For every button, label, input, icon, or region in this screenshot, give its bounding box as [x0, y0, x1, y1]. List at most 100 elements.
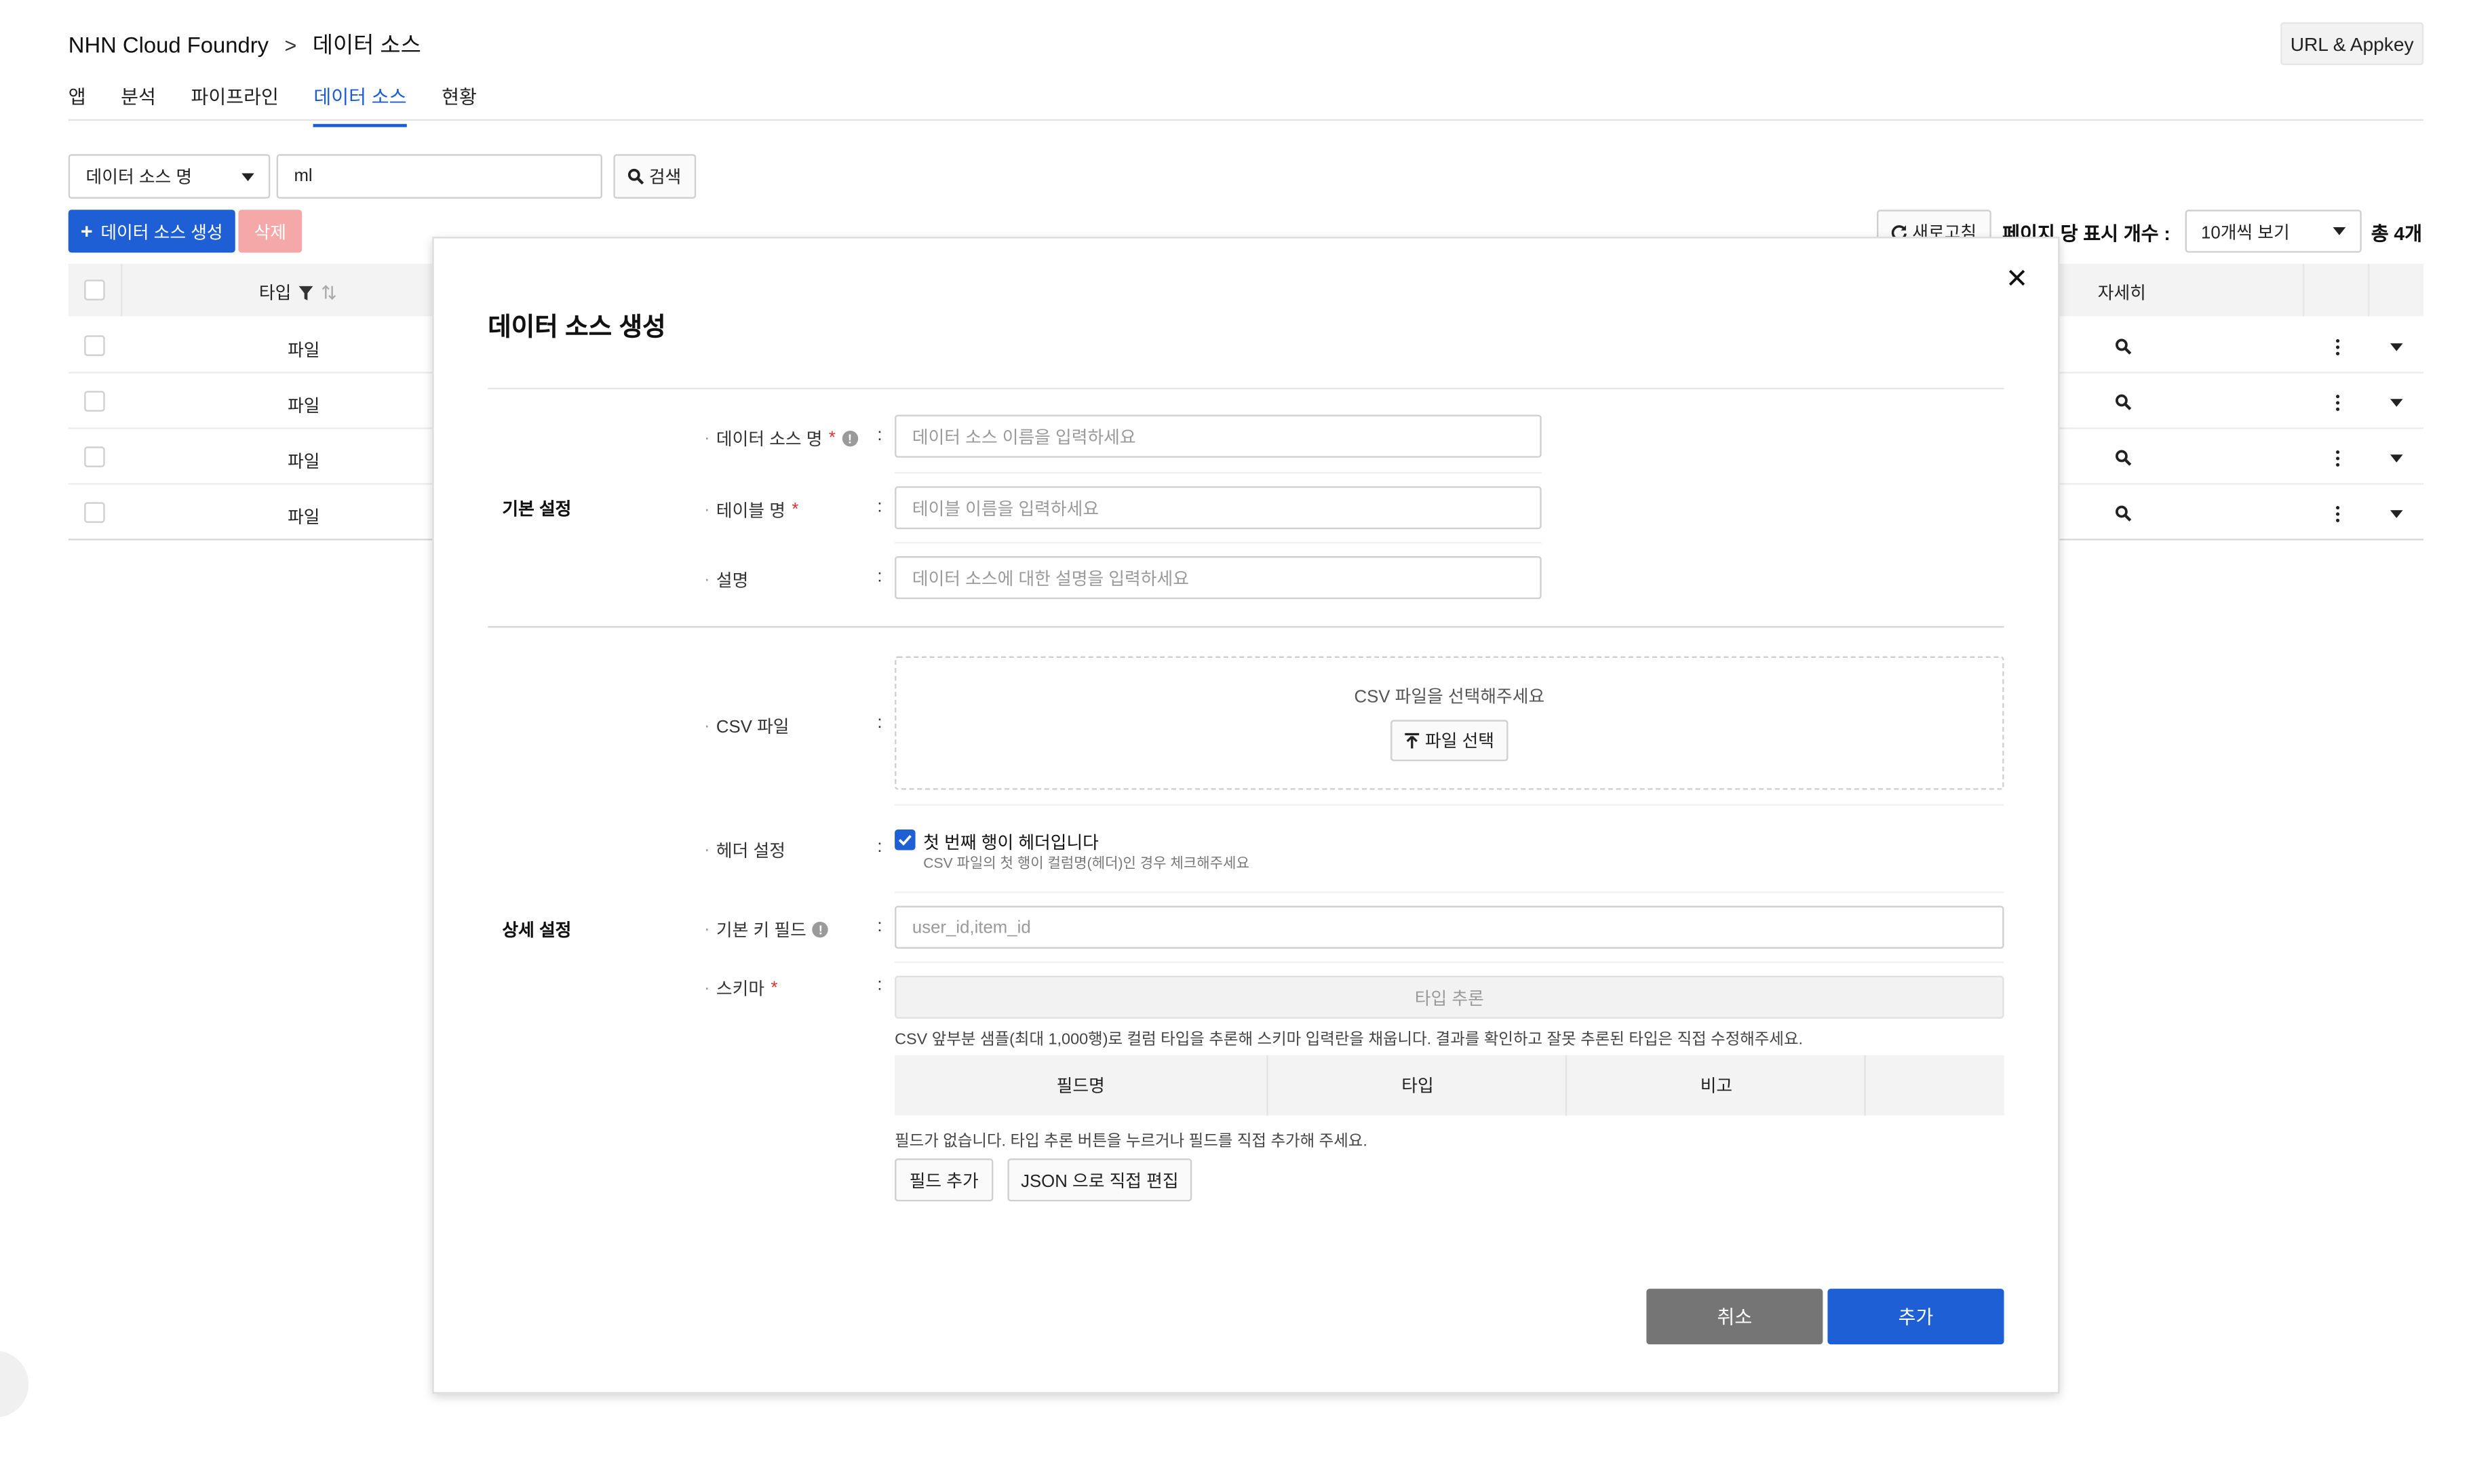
- url-appkey-button[interactable]: URL & Appkey: [2280, 22, 2424, 66]
- search-input[interactable]: ml: [276, 154, 602, 199]
- bullet: ·: [703, 570, 710, 590]
- search-field-select-value: 데이터 소스 명: [85, 168, 193, 188]
- detail-search-icon[interactable]: [2116, 505, 2131, 522]
- file-select-label: 파일 선택: [1425, 733, 1495, 752]
- infer-type-button[interactable]: 타입 추론: [895, 975, 2004, 1019]
- schema-column-note: 비고: [1565, 1055, 1866, 1116]
- table-label-text: 테이블 명: [716, 502, 785, 522]
- more-vertical-icon[interactable]: [2335, 505, 2341, 523]
- file-select-button[interactable]: 파일 선택: [1390, 720, 1508, 762]
- colon: :: [877, 567, 882, 587]
- empty-fields-text: 필드가 없습니다. 타입 추론 버튼을 누르거나 필드를 직접 추가해 주세요.: [895, 1133, 1367, 1151]
- more-vertical-icon[interactable]: [2335, 338, 2341, 356]
- bullet: ·: [703, 501, 710, 520]
- search-field-select[interactable]: 데이터 소스 명: [68, 154, 271, 199]
- close-icon[interactable]: ✕: [2006, 264, 2028, 296]
- plus-icon: +: [80, 219, 93, 243]
- row-type: 파일: [288, 452, 320, 472]
- expand-caret-icon[interactable]: [2390, 454, 2403, 463]
- column-divider: [2368, 263, 2370, 317]
- bullet: ·: [703, 716, 710, 736]
- description-input[interactable]: 데이터 소스에 대한 설명을 입력하세요: [895, 556, 1542, 600]
- colon: :: [877, 916, 882, 937]
- data-source-name-input[interactable]: 데이터 소스 이름을 입력하세요: [895, 414, 1542, 458]
- create-data-source-modal: [432, 237, 2060, 1394]
- schema-label-text: 스키마: [716, 980, 765, 1000]
- modal-title: 데이터 소스 생성: [488, 314, 666, 342]
- more-vertical-icon[interactable]: [2335, 450, 2341, 467]
- caret-down-icon: [241, 172, 254, 180]
- upload-icon: [1404, 733, 1419, 749]
- bullet: ·: [703, 920, 710, 939]
- csv-file-field-label: · CSV 파일: [704, 714, 790, 739]
- schema-column-actions: [1864, 1055, 2006, 1116]
- select-all-checkbox[interactable]: [84, 279, 105, 300]
- cancel-button[interactable]: 취소: [1646, 1289, 1823, 1345]
- caret-down-icon: [2333, 227, 2346, 235]
- edit-json-button[interactable]: JSON 으로 직접 편집: [1007, 1158, 1192, 1202]
- detail-settings-label: 상세 설정: [502, 921, 572, 941]
- csv-prompt: CSV 파일을 선택해주세요: [1354, 688, 1545, 707]
- column-divider: [2303, 263, 2305, 317]
- row-checkbox[interactable]: [84, 502, 105, 523]
- key-label-text: 기본 키 필드: [716, 921, 806, 941]
- required-mark: *: [828, 429, 836, 448]
- check-icon: [898, 835, 912, 846]
- colon: :: [877, 837, 882, 857]
- delete-button[interactable]: 삭제: [238, 210, 303, 253]
- table-name-field-label: · 테이블 명 *: [704, 497, 798, 522]
- create-data-source-button[interactable]: + 데이터 소스 생성: [68, 210, 235, 253]
- row-separator: [895, 471, 1542, 474]
- floating-side-button[interactable]: [0, 1350, 29, 1418]
- breadcrumb-root[interactable]: NHN Cloud Foundry: [69, 32, 269, 57]
- colon: :: [877, 714, 882, 733]
- breadcrumb-separator: >: [284, 33, 297, 57]
- search-button-label: 검색: [648, 168, 682, 188]
- add-field-button[interactable]: 필드 추가: [895, 1158, 994, 1202]
- per-page-select[interactable]: 10개씩 보기: [2185, 210, 2362, 253]
- bullet: ·: [703, 979, 710, 998]
- header-help-text: CSV 파일의 첫 행이 컬럼명(헤더)인 경우 체크해주세요: [923, 855, 1249, 871]
- per-page-select-value: 10개씩 보기: [2201, 223, 2290, 243]
- row-separator: [895, 891, 2004, 893]
- more-vertical-icon[interactable]: [2335, 394, 2341, 412]
- csv-label-text: CSV 파일: [716, 718, 790, 738]
- create-button-label: 데이터 소스 생성: [100, 223, 223, 243]
- bullet: ·: [703, 429, 710, 448]
- row-type: 파일: [288, 341, 320, 361]
- search-button[interactable]: 검색: [613, 154, 697, 199]
- sort-icon[interactable]: [322, 284, 337, 300]
- row-checkbox[interactable]: [84, 391, 105, 412]
- description-field-label: · 설명: [704, 567, 748, 592]
- row-separator: [895, 541, 1542, 544]
- info-icon[interactable]: !: [813, 921, 829, 938]
- required-mark: *: [771, 979, 778, 998]
- header-checkbox[interactable]: [895, 829, 916, 851]
- schema-column-type: 타입: [1266, 1055, 1567, 1116]
- row-separator: [895, 804, 2004, 806]
- info-icon[interactable]: !: [842, 430, 858, 447]
- header-label-text: 헤더 설정: [716, 842, 785, 861]
- detail-search-icon[interactable]: [2116, 338, 2131, 355]
- detail-search-icon[interactable]: [2116, 394, 2131, 410]
- primary-key-input[interactable]: user_id,item_id: [895, 905, 2004, 949]
- colon: :: [877, 425, 882, 446]
- column-header-detail: 자세히: [2097, 284, 2146, 304]
- column-header-type-label: 타입: [258, 284, 292, 304]
- schema-field-label: · 스키마 *: [704, 976, 778, 1001]
- row-checkbox[interactable]: [84, 446, 105, 467]
- schema-help-text: CSV 앞부분 샘플(최대 1,000행)로 컬럼 타입을 추론해 스키마 입력…: [895, 1031, 1804, 1049]
- submit-add-button[interactable]: 추가: [1827, 1289, 2004, 1345]
- header-setting-field-label: · 헤더 설정: [704, 838, 785, 863]
- table-name-input[interactable]: 테이블 이름을 입력하세요: [895, 486, 1542, 530]
- column-header-type[interactable]: 타입: [259, 279, 337, 305]
- description-label-text: 설명: [716, 572, 749, 591]
- detail-search-icon[interactable]: [2116, 450, 2131, 466]
- schema-column-field: 필드명: [1056, 1077, 1105, 1097]
- header-divider: [68, 119, 2424, 121]
- expand-caret-icon[interactable]: [2390, 399, 2403, 407]
- expand-caret-icon[interactable]: [2390, 343, 2403, 351]
- row-checkbox[interactable]: [84, 335, 105, 356]
- expand-caret-icon[interactable]: [2390, 510, 2403, 518]
- filter-icon[interactable]: [299, 285, 314, 300]
